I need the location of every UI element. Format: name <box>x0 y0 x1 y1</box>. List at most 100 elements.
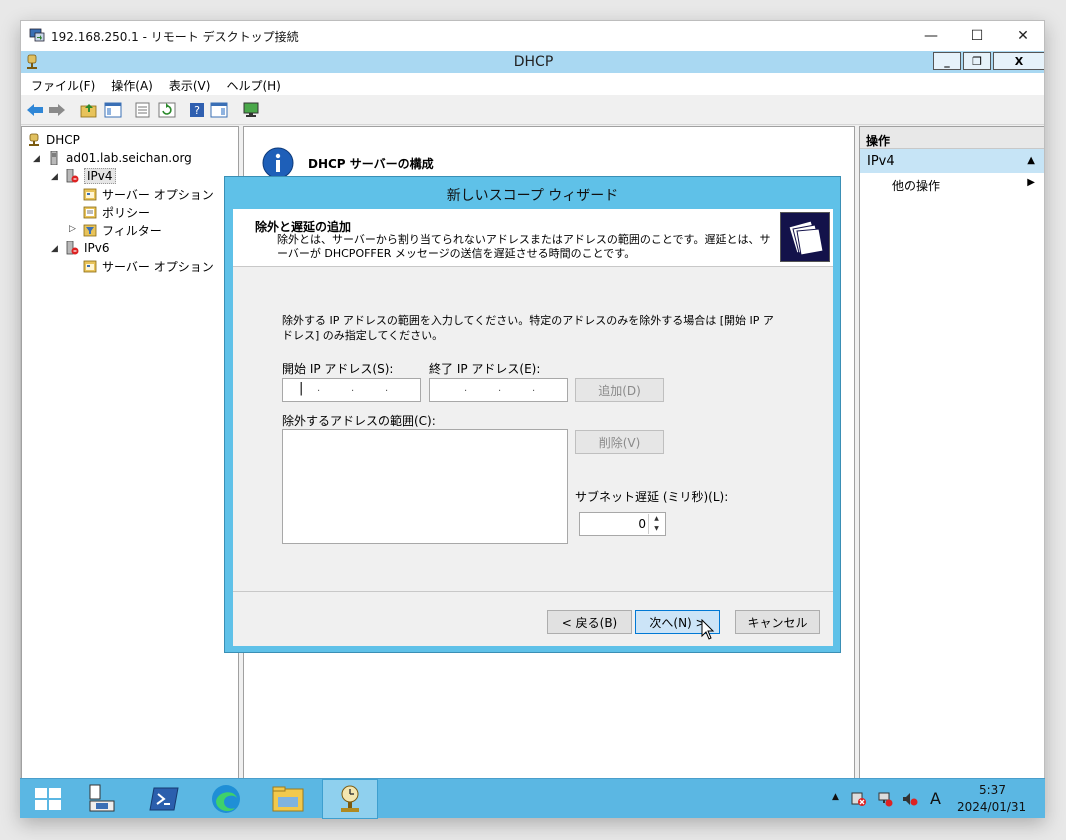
server-icon <box>50 151 58 165</box>
tree-item-server-options[interactable]: サーバー オプション <box>83 185 214 203</box>
rdp-maximize-button[interactable]: ☐ <box>954 21 1000 51</box>
end-ip-label: 終了 IP アドレス(E): <box>429 362 541 376</box>
help-icon[interactable]: ? <box>188 102 206 118</box>
taskbar-powershell[interactable] <box>136 779 192 819</box>
remove-button[interactable]: 削除(V) <box>575 430 664 454</box>
tree-label-policy: ポリシー <box>102 205 151 220</box>
rdp-close-button[interactable]: ✕ <box>1000 21 1044 51</box>
tree-item-server-options-v6[interactable]: サーバー オプション <box>83 257 214 275</box>
subnet-delay-value: 0 <box>638 517 646 531</box>
menu-view[interactable]: 表示(V) <box>169 73 219 95</box>
dhcp-taskbar-icon <box>341 785 359 812</box>
new-scope-wizard: 新しいスコープ ウィザード 除外と遅延の追加 除外とは、サーバーから割り当てられ… <box>224 176 841 653</box>
action-header: 操作 <box>860 127 1044 149</box>
ip-dot: . <box>464 383 468 394</box>
collapse-ipv4-icon[interactable]: ◢ <box>51 172 58 182</box>
tree-item-server[interactable]: ad01.lab.seichan.org <box>47 149 192 167</box>
mdi-restore-button[interactable]: ❐ <box>963 52 991 70</box>
refresh-icon[interactable] <box>158 102 176 118</box>
edge-browser-icon <box>212 785 240 813</box>
menu-action[interactable]: 操作(A) <box>111 73 161 95</box>
rdp-minimize-button[interactable]: — <box>908 21 954 51</box>
action-section-ipv4[interactable]: IPv4 ▲ <box>860 149 1044 173</box>
export-list-icon[interactable] <box>134 102 152 118</box>
svg-text:?: ? <box>194 104 200 117</box>
submenu-arrow-icon: ▶ <box>1027 177 1035 188</box>
toolbar: ? <box>21 95 1044 125</box>
dhcp-title-bar[interactable]: DHCP _ ❐ X <box>21 51 1044 73</box>
file-explorer-icon <box>272 786 304 812</box>
end-ip-input[interactable]: . . . <box>429 378 568 402</box>
clock-time[interactable]: 5:37 <box>979 783 1006 797</box>
menu-file[interactable]: ファイル(F) <box>31 73 103 95</box>
taskbar-edge[interactable] <box>198 779 254 819</box>
start-ip-label: 開始 IP アドレス(S): <box>282 362 394 376</box>
network-icon[interactable] <box>877 791 893 807</box>
tree-item-policy[interactable]: ポリシー <box>83 203 150 221</box>
wizard-intro-text: 除外する IP アドレスの範囲を入力してください。特定のアドレスのみを除外する場… <box>282 314 774 342</box>
taskbar-dhcp[interactable] <box>322 779 378 819</box>
footer-divider <box>233 591 833 592</box>
expand-filter-icon[interactable]: ▷ <box>69 224 76 234</box>
taskbar-file-explorer[interactable] <box>260 779 316 819</box>
volume-muted-icon[interactable] <box>902 791 918 807</box>
security-alert-icon[interactable] <box>851 791 867 807</box>
dhcp-title: DHCP <box>513 54 554 70</box>
taskbar-server-manager[interactable] <box>74 779 130 819</box>
menu-help[interactable]: ヘルプ(H) <box>226 73 288 95</box>
show-action-pane-icon[interactable] <box>210 102 228 118</box>
remote-desktop-icon <box>29 28 45 42</box>
tree-item-dhcp[interactable]: DHCP <box>27 131 80 149</box>
action-section-label: IPv4 <box>867 154 895 169</box>
spinner-arrows: ▲ ▼ <box>648 514 664 534</box>
policy-icon <box>83 206 97 219</box>
rdp-title-bar[interactable]: 192.168.250.1 - リモート デスクトップ接続 — ☐ ✕ <box>21 21 1044 51</box>
up-folder-icon[interactable] <box>80 102 98 118</box>
mdi-minimize-button[interactable]: _ <box>933 52 961 70</box>
server-manager-icon <box>89 784 115 812</box>
subnet-delay-spinner[interactable]: 0 ▲ ▼ <box>579 512 666 536</box>
rdp-title: 192.168.250.1 - リモート デスクトップ接続 <box>51 30 299 44</box>
tree-label-filter: フィルター <box>102 223 162 238</box>
filter-icon <box>83 224 97 237</box>
monitor-icon[interactable] <box>242 102 260 118</box>
tree-item-ipv6[interactable]: IPv6 <box>65 239 110 257</box>
wizard-body: 除外と遅延の追加 除外とは、サーバーから割り当てられないアドレスまたはアドレスの… <box>233 209 833 646</box>
collapse-server-icon[interactable]: ◢ <box>33 154 40 164</box>
wizard-title[interactable]: 新しいスコープ ウィザード <box>225 177 840 209</box>
ipv6-warning-icon <box>66 241 79 255</box>
tree-label-ipv4: IPv4 <box>84 168 116 184</box>
info-icon <box>262 147 294 179</box>
text-cursor: | <box>299 381 304 396</box>
excluded-range-label: 除外するアドレスの範囲(C): <box>282 414 436 428</box>
collapse-ipv6-icon[interactable]: ◢ <box>51 244 58 254</box>
excluded-range-list[interactable] <box>282 429 568 544</box>
spin-down-icon[interactable]: ▼ <box>649 524 664 534</box>
clock-date[interactable]: 2024/01/31 <box>957 800 1026 814</box>
show-console-tree-icon[interactable] <box>104 102 122 118</box>
ip-dot: . <box>317 383 321 394</box>
action-more[interactable]: 他の操作 ▶ <box>860 173 1044 193</box>
back-button[interactable]: < 戻る(B) <box>547 610 632 634</box>
info-title: DHCP サーバーの構成 <box>308 157 434 171</box>
forward-arrow-icon[interactable] <box>48 102 66 118</box>
tree-item-ipv4[interactable]: IPv4 <box>65 167 116 185</box>
start-button[interactable] <box>20 779 76 819</box>
folders-icon <box>780 212 830 262</box>
ime-indicator[interactable]: A <box>930 789 941 808</box>
action-pane: 操作 IPv4 ▲ 他の操作 ▶ <box>859 126 1044 782</box>
powershell-icon <box>149 787 179 811</box>
cancel-button[interactable]: キャンセル <box>735 610 820 634</box>
collapse-up-icon[interactable]: ▲ <box>1027 155 1035 166</box>
start-ip-input[interactable]: | . . . <box>282 378 421 402</box>
wizard-page-description: 除外とは、サーバーから割り当てられないアドレスまたはアドレスの範囲のことです。遅… <box>277 233 771 260</box>
spin-up-icon[interactable]: ▲ <box>649 514 664 524</box>
ip-dot: . <box>385 383 389 394</box>
mdi-close-button[interactable]: X <box>993 52 1044 70</box>
ip-dot: . <box>351 383 355 394</box>
tree-item-filter[interactable]: フィルター <box>83 221 162 239</box>
tree-label-server: ad01.lab.seichan.org <box>66 151 192 165</box>
add-button[interactable]: 追加(D) <box>575 378 664 402</box>
back-arrow-icon[interactable] <box>26 102 44 118</box>
tray-overflow-icon[interactable]: ▲ <box>832 792 839 802</box>
